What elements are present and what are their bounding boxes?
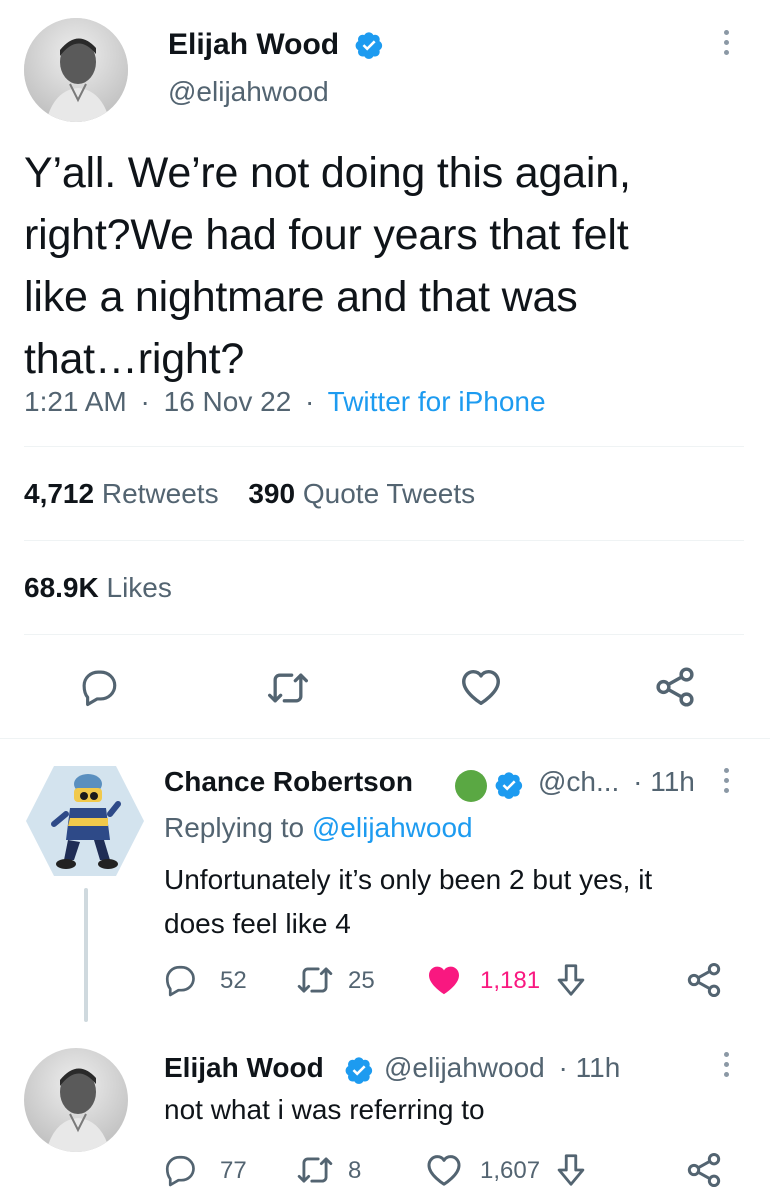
share-icon[interactable] — [652, 664, 698, 710]
reply-author-avatar[interactable] — [24, 764, 146, 878]
divider — [24, 540, 744, 541]
divider — [24, 634, 744, 635]
verified-badge-icon — [495, 772, 523, 799]
divider — [0, 738, 770, 739]
reply-author-handle[interactable]: @elijahwood — [384, 1052, 545, 1083]
retweet-icon[interactable] — [296, 961, 334, 999]
share-icon[interactable] — [684, 960, 724, 1000]
retweet-quote-stats: 4,712 Retweets 390 Quote Tweets — [24, 478, 475, 510]
reply-icon[interactable] — [162, 962, 198, 998]
retweets-stat[interactable]: 4,712 Retweets — [24, 478, 219, 509]
verified-badge-icon — [345, 1057, 373, 1084]
replying-to: Replying to @elijahwood — [164, 812, 473, 843]
author-name-text[interactable]: Elijah Wood — [168, 28, 339, 61]
verified-badge-icon — [355, 32, 383, 59]
quote-tweets-stat[interactable]: 390 Quote Tweets — [248, 478, 475, 509]
reply-author-avatar[interactable] — [24, 1048, 128, 1152]
tweet-meta: 1:21 AM · 16 Nov 22 · Twitter for iPhone — [24, 386, 546, 417]
tweet-text-line: right?We had four years that felt — [24, 211, 629, 259]
reply-author-handle[interactable]: @ch... — [538, 766, 619, 797]
reply-time[interactable]: · 11h — [559, 1052, 621, 1083]
author-avatar[interactable] — [24, 18, 128, 122]
more-options-icon[interactable] — [720, 30, 732, 55]
tweet-text-line: like a nightmare and that was — [24, 273, 578, 321]
author-name[interactable]: Elijah Wood — [168, 28, 339, 62]
retweet-count: 25 — [348, 967, 375, 994]
reply-time[interactable]: · 11h — [633, 766, 695, 797]
like-count: 1,181 — [480, 967, 541, 994]
tweet-text: Y’all. We’re not doing this again, right… — [24, 142, 754, 390]
divider — [24, 446, 744, 447]
reply-text: Unfortunately it’s only been 2 but yes, … — [164, 864, 653, 939]
reply-count: 77 — [220, 1157, 247, 1184]
replying-to-handle[interactable]: @elijahwood — [312, 812, 473, 843]
reply-count: 52 — [220, 967, 247, 994]
reply-author-name[interactable]: Elijah Wood — [164, 1052, 324, 1083]
reply-icon[interactable] — [162, 1152, 198, 1188]
reply-author-name[interactable]: Chance Robertson — [164, 766, 413, 797]
share-icon[interactable] — [684, 1150, 724, 1190]
more-options-icon[interactable] — [720, 1052, 732, 1077]
tweet-date[interactable]: 16 Nov 22 — [164, 386, 292, 417]
reply-header: Chance Robertson — [164, 766, 413, 798]
downvote-arrow-icon[interactable] — [554, 961, 588, 999]
reply-header: Elijah Wood — [164, 1052, 324, 1084]
tweet-text-line: that…right? — [24, 335, 245, 383]
likes-stat[interactable]: 68.9K Likes — [24, 572, 172, 604]
like-count: 1,607 — [480, 1157, 541, 1184]
reply-handle-time: @ch... · 11h — [538, 766, 695, 798]
reply-icon[interactable] — [78, 666, 120, 708]
tweet-text-line: Y’all. We’re not doing this again, — [24, 149, 631, 197]
retweet-count: 8 — [348, 1157, 362, 1184]
green-circle-icon — [455, 770, 487, 802]
tweet-time[interactable]: 1:21 AM — [24, 386, 127, 417]
thread-line — [84, 888, 88, 1022]
like-icon[interactable] — [424, 1150, 464, 1190]
tweet-source-link[interactable]: Twitter for iPhone — [328, 386, 546, 417]
liked-heart-icon[interactable] — [424, 960, 464, 1000]
like-icon[interactable] — [458, 664, 504, 710]
author-handle[interactable]: @elijahwood — [168, 76, 329, 108]
retweet-icon[interactable] — [266, 666, 310, 710]
more-options-icon[interactable] — [720, 768, 732, 793]
downvote-arrow-icon[interactable] — [554, 1151, 588, 1189]
reply-text: not what i was referring to — [164, 1094, 485, 1125]
reply-handle-time: @elijahwood · 11h — [384, 1052, 620, 1084]
retweet-icon[interactable] — [296, 1151, 334, 1189]
